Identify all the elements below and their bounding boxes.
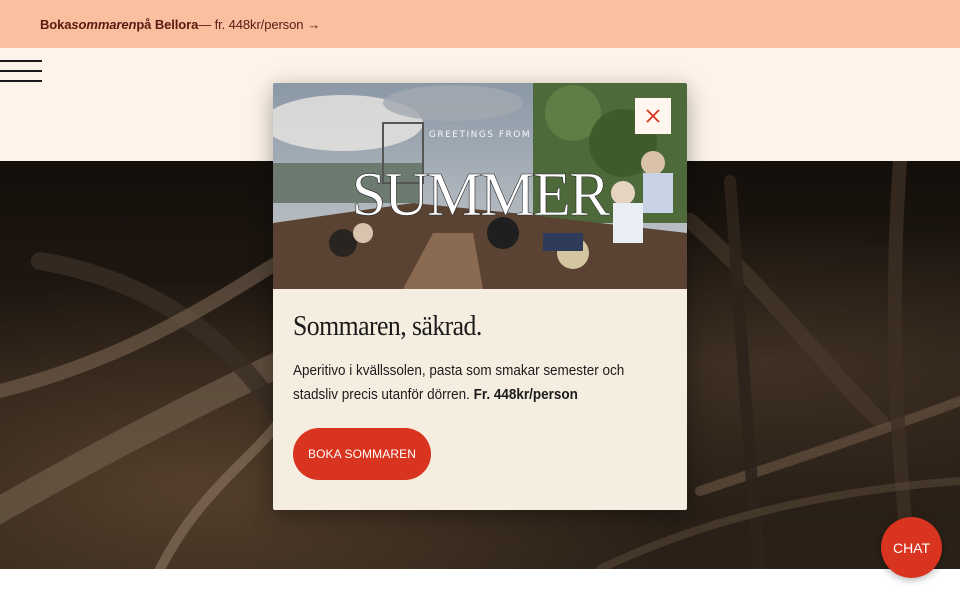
promo-text-venue: på Bellora: [136, 16, 199, 32]
book-summer-button[interactable]: BOKA SOMMAREN: [293, 428, 431, 480]
arrow-right-icon: →: [307, 16, 321, 32]
promo-text-sommaren: sommaren: [71, 16, 137, 32]
promo-text-boka: Boka: [40, 16, 72, 32]
promo-modal: GREETINGS FROM SUMMER Sommaren, säkrad. …: [273, 83, 687, 510]
chat-button[interactable]: CHAT: [881, 517, 942, 578]
modal-title: Sommaren, säkrad.: [293, 311, 482, 342]
image-kicker: GREETINGS FROM: [429, 130, 531, 140]
menu-icon[interactable]: [0, 60, 42, 82]
modal-description: Aperitivo i kvällssolen, pasta som smaka…: [293, 359, 654, 407]
modal-image: GREETINGS FROM SUMMER: [273, 83, 687, 289]
close-button[interactable]: [635, 98, 671, 134]
image-headline: SUMMER: [352, 161, 611, 229]
close-icon: [646, 109, 660, 123]
promo-text-price: — fr. 448kr/person: [198, 16, 304, 32]
modal-price: Fr. 448kr/person: [473, 387, 578, 403]
promo-banner[interactable]: Boka sommaren på Bellora — fr. 448kr/per…: [0, 0, 960, 48]
